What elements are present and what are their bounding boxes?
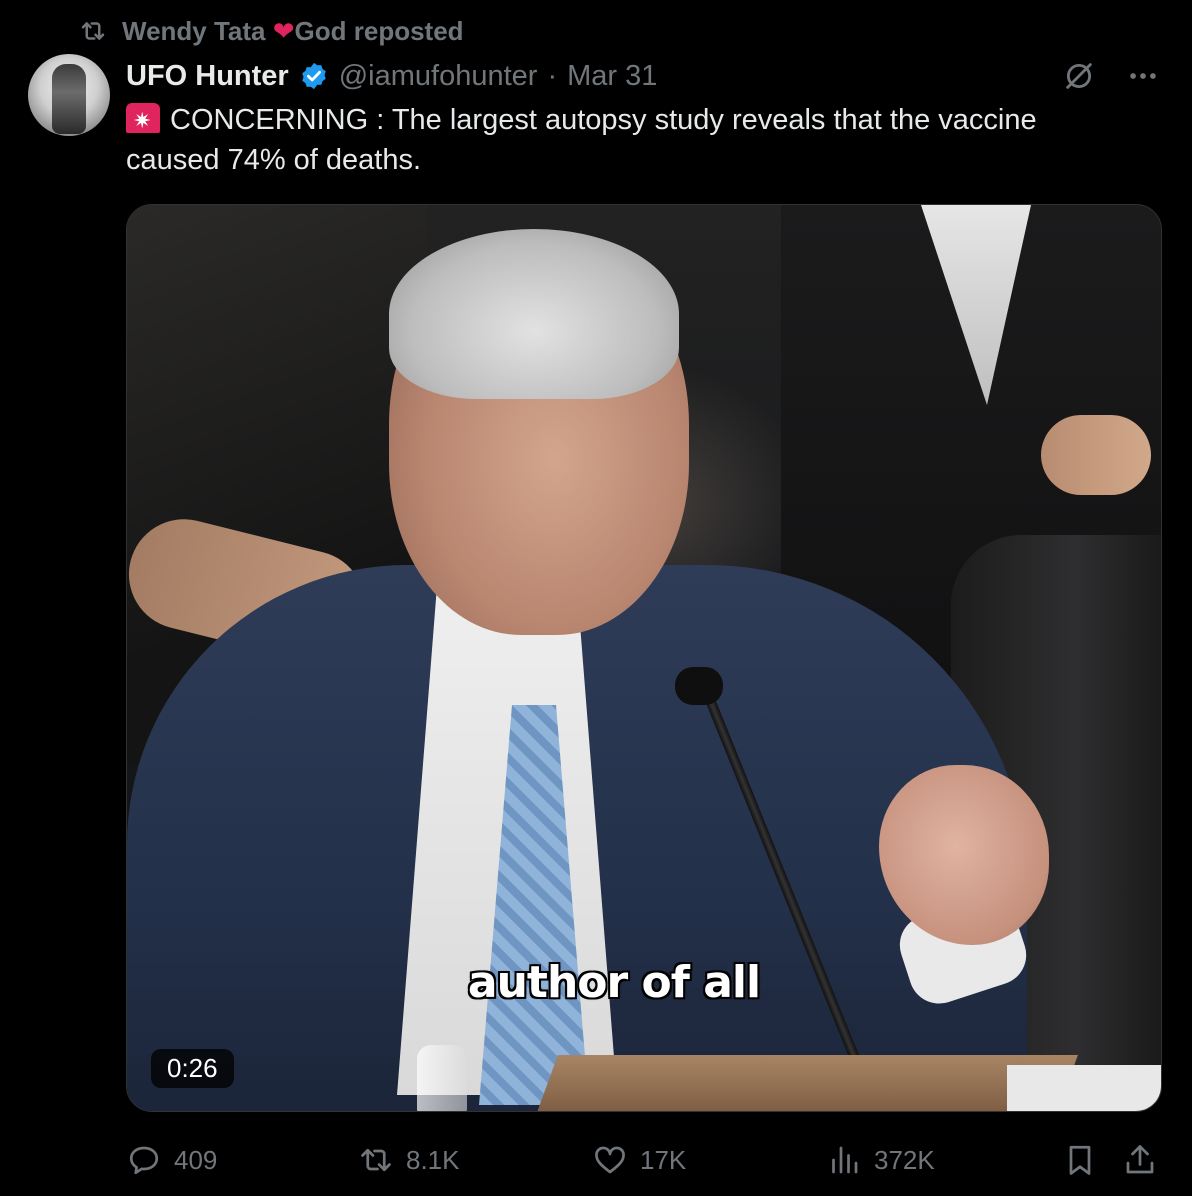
reply-icon: [129, 1146, 159, 1175]
views-button[interactable]: 372K: [826, 1140, 935, 1180]
avatar-figure: [52, 64, 86, 134]
share-icon: [1126, 1145, 1154, 1174]
speaker-hair: [389, 229, 679, 399]
video-duration: 0:26: [151, 1049, 234, 1088]
background-hands: [1041, 415, 1151, 495]
repost-context[interactable]: Wendy Tata ❤God reposted: [78, 14, 464, 48]
reply-count: 409: [174, 1144, 218, 1175]
tweet-text: CONCERNING : The largest autopsy study r…: [126, 100, 1136, 180]
desk-papers: [1007, 1065, 1161, 1111]
grok-icon[interactable]: [1062, 59, 1096, 93]
repost-suffix: God reposted: [294, 15, 464, 46]
post-date[interactable]: Mar 31: [567, 60, 657, 93]
repost-count: 8.1K: [406, 1144, 460, 1175]
more-icon[interactable]: [1126, 59, 1160, 93]
share-button[interactable]: [1122, 1140, 1158, 1180]
video-subtitle: author of all: [467, 957, 761, 1008]
siren-emoji-icon: [126, 101, 160, 141]
water-bottle: [417, 1045, 467, 1111]
post-header: UFO Hunter @iamufohunter · Mar 31: [126, 56, 657, 96]
desk: [536, 1055, 1078, 1111]
reply-button[interactable]: 409: [126, 1140, 217, 1180]
verified-badge-icon[interactable]: [299, 61, 329, 91]
views-count: 372K: [874, 1144, 935, 1175]
like-count: 17K: [640, 1144, 687, 1175]
header-separator: ·: [547, 59, 558, 92]
heart-emoji-icon: ❤: [272, 15, 295, 46]
author-name[interactable]: UFO Hunter: [126, 60, 289, 93]
action-bar: 409 8.1K 17K 372K: [126, 1140, 1160, 1180]
like-icon: [595, 1146, 625, 1174]
bookmark-button[interactable]: [1062, 1140, 1098, 1180]
reposter-name[interactable]: Wendy Tata: [122, 16, 266, 46]
repost-button[interactable]: 8.1K: [358, 1140, 460, 1180]
views-icon: [832, 1146, 858, 1174]
bookmark-icon: [1069, 1145, 1091, 1175]
avatar[interactable]: [28, 54, 110, 136]
header-actions: [1062, 56, 1160, 96]
author-handle[interactable]: @iamufohunter: [339, 60, 538, 93]
tweet-body: CONCERNING : The largest autopsy study r…: [126, 104, 1037, 176]
like-button[interactable]: 17K: [592, 1140, 686, 1180]
post[interactable]: Wendy Tata ❤God reposted UFO Hunter @iam…: [0, 0, 1192, 1196]
video-player[interactable]: author of all 0:26: [126, 204, 1162, 1112]
repost-icon: [361, 1148, 391, 1172]
repost-icon: [81, 22, 105, 40]
microphone-head: [675, 667, 723, 705]
